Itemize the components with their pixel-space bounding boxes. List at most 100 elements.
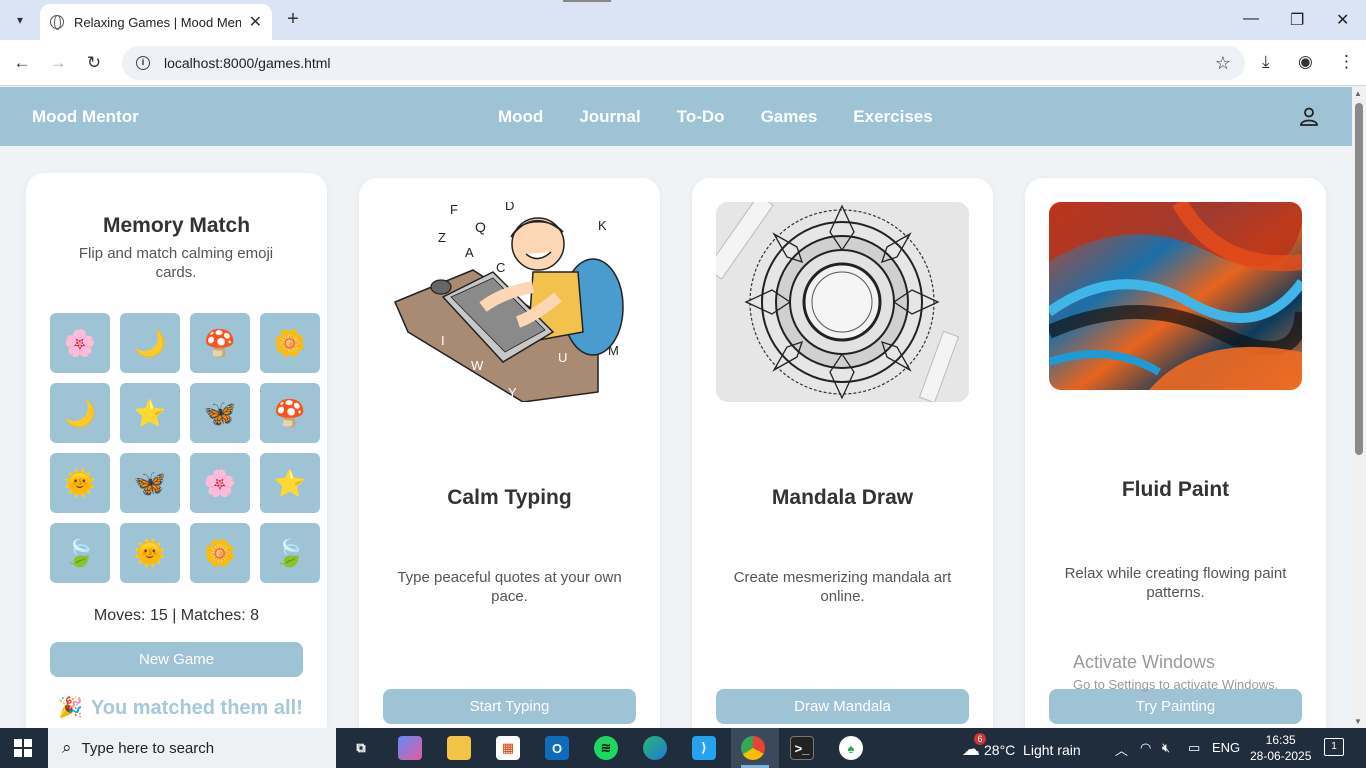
tab-close-icon[interactable]: ✕ (249, 12, 262, 32)
nav-link-todo[interactable]: To-Do (677, 107, 725, 127)
memory-tile[interactable]: 🌸 (50, 313, 110, 373)
site-info-icon[interactable]: i (136, 56, 150, 70)
window-drag-indicator (563, 0, 611, 2)
fluid-paint-card: Fluid Paint Relax while creating flowing… (1025, 178, 1326, 748)
memory-tile[interactable]: 🦋 (190, 383, 250, 443)
nav-link-games[interactable]: Games (761, 107, 818, 127)
windows-start-icon[interactable] (14, 739, 32, 757)
new-tab-plus-icon[interactable]: + (282, 8, 304, 30)
letter-i: I (441, 333, 445, 348)
browser-tab-bar: ▾ Relaxing Games | Mood Mentor ✕ + — ❐ ✕ (0, 0, 1366, 40)
try-painting-button[interactable]: Try Painting (1049, 689, 1302, 724)
back-arrow-icon[interactable]: ← (10, 52, 34, 74)
reload-icon[interactable]: ↻ (82, 52, 106, 74)
forward-arrow-icon[interactable]: → (46, 52, 70, 74)
file-explorer-icon[interactable] (447, 736, 471, 760)
memory-tile[interactable]: 🌙 (120, 313, 180, 373)
edge-icon[interactable] (643, 736, 667, 760)
download-icon[interactable]: ⤓ (1262, 52, 1270, 72)
memory-match-title: Memory Match (102, 214, 251, 237)
taskbar-clock[interactable]: 16:35 28-06-2025 (1250, 732, 1311, 764)
scroll-up-arrow-icon[interactable]: ▲ (1354, 89, 1362, 98)
nav-link-exercises[interactable]: Exercises (853, 107, 932, 127)
memory-tile[interactable]: 🌞 (120, 523, 180, 583)
letter-q: Q (475, 219, 486, 235)
memory-tile[interactable]: 🍄 (260, 383, 320, 443)
language-indicator[interactable]: ENG (1212, 740, 1240, 755)
fluid-paint-image (1049, 202, 1302, 390)
new-game-button[interactable]: New Game (50, 642, 303, 677)
outlook-icon[interactable]: O (545, 736, 569, 760)
terminal-icon[interactable]: >_ (790, 736, 814, 760)
matches-count: 8 (250, 607, 260, 624)
scroll-down-arrow-icon[interactable]: ▼ (1354, 717, 1362, 726)
memory-stats: Moves: 15 | Matches: 8 (26, 607, 327, 625)
memory-tile[interactable]: 🌞 (50, 453, 110, 513)
task-view-icon[interactable]: ⧉ (349, 736, 373, 760)
bookmark-star-icon[interactable]: ☆ (1215, 53, 1231, 74)
search-icon: ⌕ (62, 738, 72, 757)
minimize-icon[interactable]: — (1243, 10, 1259, 28)
typing-illustration: F D K Z Q A C I W U M Y (383, 202, 636, 402)
draw-mandala-button[interactable]: Draw Mandala (716, 689, 969, 724)
vscode-icon[interactable]: ⟩ (692, 736, 716, 760)
browser-tab[interactable]: Relaxing Games | Mood Mentor ✕ (40, 4, 272, 40)
url-text: localhost:8000/games.html (164, 55, 331, 71)
letter-m: M (608, 343, 619, 358)
restore-icon[interactable]: ❐ (1290, 10, 1304, 30)
memory-tile[interactable]: 🦋 (120, 453, 180, 513)
volume-muted-icon[interactable]: 🔇︎ (1162, 740, 1170, 756)
tray-chevron-icon[interactable]: ︿ (1115, 740, 1128, 759)
spotify-icon[interactable]: ≋ (594, 736, 618, 760)
memory-match-subtitle: Flip and match calming emoji cards. (78, 245, 274, 281)
memory-tile[interactable]: 🌙 (50, 383, 110, 443)
address-toolbar: ← → ↻ i localhost:8000/games.html ☆ ⤓ ◉ … (0, 40, 1366, 86)
window-close-icon[interactable]: ✕ (1336, 10, 1349, 30)
user-account-icon[interactable] (1299, 106, 1319, 126)
weather-badge: 6 (974, 733, 986, 745)
matches-label: Matches: (180, 607, 246, 624)
moves-count: 15 (149, 607, 168, 624)
letter-y: Y (508, 385, 517, 400)
letter-u: U (558, 350, 567, 365)
scrollbar-thumb[interactable] (1355, 103, 1363, 455)
microsoft-store-icon[interactable]: ▦ (496, 736, 520, 760)
calm-typing-card: F D K Z Q A C I W U M Y Calm Typing Type… (359, 178, 660, 748)
memory-tile[interactable]: 🍃 (260, 523, 320, 583)
mandala-image (716, 202, 969, 402)
tab-list-chevron-icon[interactable]: ▾ (8, 8, 32, 32)
nav-link-mood[interactable]: Mood (498, 107, 543, 127)
notification-center-icon[interactable]: 1 (1324, 738, 1344, 756)
taskbar-search-box[interactable]: ⌕ Type here to search (48, 728, 336, 768)
taskbar-search-placeholder: Type here to search (81, 739, 215, 757)
network-icon[interactable]: ◠ (1140, 740, 1151, 756)
page-scrollbar[interactable]: ▲ ▼ (1352, 87, 1366, 728)
fluid-paint-title: Fluid Paint (1121, 478, 1230, 501)
battery-icon[interactable]: ▭ (1188, 740, 1200, 756)
nav-link-journal[interactable]: Journal (579, 107, 640, 127)
globe-icon (50, 15, 64, 30)
memory-tile[interactable]: 🌼 (260, 313, 320, 373)
weather-text: 28°C Light rain (984, 741, 1081, 758)
mongodb-compass-icon[interactable]: ♠ (839, 736, 863, 760)
url-bar[interactable]: i localhost:8000/games.html ☆ (122, 46, 1245, 80)
windows-taskbar: ⌕ Type here to search ⧉ ▦ O ≋ ⟩ >_ ♠ ☁ 6 … (0, 728, 1366, 768)
profile-icon[interactable]: ◉ (1298, 52, 1313, 72)
memory-tile[interactable]: 🌼 (190, 523, 250, 583)
memory-grid: 🌸 🌙 🍄 🌼 🌙 ⭐ 🦋 🍄 🌞 🦋 🌸 ⭐ 🍃 🌞 🌼 🍃 (50, 313, 320, 583)
memory-tile[interactable]: 🌸 (190, 453, 250, 513)
copilot-icon[interactable] (398, 736, 422, 760)
memory-tile[interactable]: 🍄 (190, 313, 250, 373)
memory-tile[interactable]: 🍃 (50, 523, 110, 583)
clock-time: 16:35 (1265, 733, 1296, 747)
letter-k: K (598, 218, 607, 233)
brand-logo-text[interactable]: Mood Mentor (32, 107, 139, 127)
chrome-icon[interactable] (741, 736, 765, 760)
site-navbar: Mood Mentor Mood Journal To-Do Games Exe… (0, 87, 1352, 146)
memory-tile[interactable]: ⭐ (260, 453, 320, 513)
moves-label: Moves: (93, 607, 146, 624)
memory-tile[interactable]: ⭐ (120, 383, 180, 443)
weather-widget[interactable]: ☁ 6 28°C Light rain (962, 733, 1081, 760)
kebab-menu-icon[interactable]: ⋮ (1338, 52, 1355, 72)
start-typing-button[interactable]: Start Typing (383, 689, 636, 724)
